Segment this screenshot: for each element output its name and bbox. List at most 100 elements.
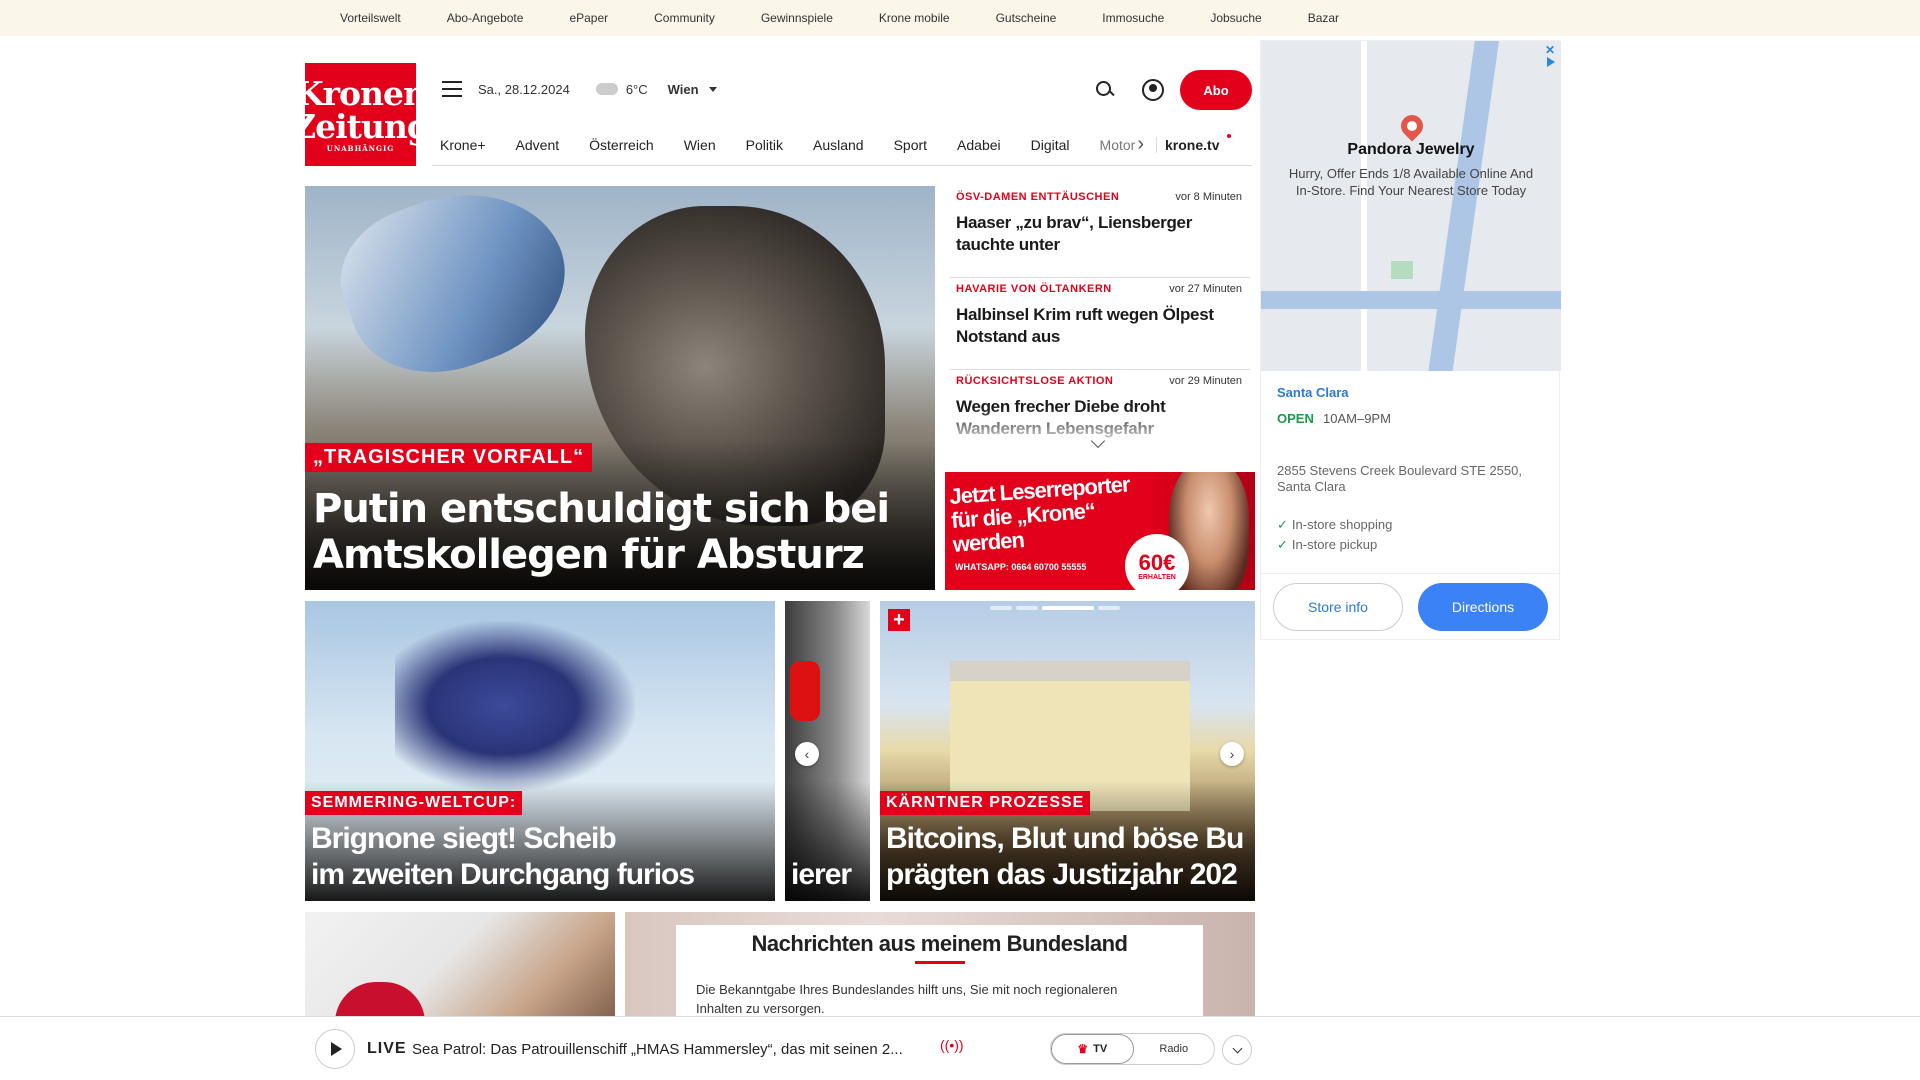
krone-logo[interactable]: Kronen Zeitung UNABHÄNGIG <box>292 63 430 166</box>
card-title-line: Bitcoins, Blut und böse Bu <box>886 822 1244 855</box>
ad-open-status: OPEN <box>1277 411 1314 426</box>
nav-item-politik[interactable]: Politik <box>746 137 783 153</box>
card-kicker: SEMMERING-WELTCUP: <box>305 791 523 815</box>
nav-item-ausland[interactable]: Ausland <box>813 137 864 153</box>
adchoices-icon[interactable] <box>1547 57 1555 67</box>
topbar-link-immosuche[interactable]: Immosuche <box>1102 11 1164 25</box>
topbar-link-community[interactable]: Community <box>654 11 715 25</box>
nav-item-oesterreich[interactable]: Österreich <box>589 137 654 153</box>
news-item[interactable]: HAVARIE VON ÖLTANKERN vor 27 Minuten Halb… <box>950 278 1250 370</box>
promo-whatsapp: WHATSAPP: 0664 60700 55555 <box>955 562 1087 572</box>
play-button[interactable] <box>315 1029 355 1069</box>
card-title[interactable]: ierer <box>791 821 852 893</box>
hero-title[interactable]: Putin entschuldigt sich bei Amtskollegen… <box>313 486 913 578</box>
news-time: vor 27 Minuten <box>1169 283 1242 295</box>
card-title[interactable]: Bitcoins, Blut und böse Bu prägten das J… <box>886 821 1244 893</box>
account-icon[interactable] <box>1142 79 1164 101</box>
news-title[interactable]: Halbinsel Krim ruft wegen Ölpest Notstan… <box>956 304 1242 348</box>
chevron-down-icon[interactable] <box>708 86 717 92</box>
carousel-prev-button[interactable]: ‹ <box>795 742 819 766</box>
card-title-line: prägten das Justizjahr 202 <box>886 858 1238 891</box>
nav-item-advent[interactable]: Advent <box>516 137 560 153</box>
carousel-next-button[interactable]: › <box>1220 742 1244 766</box>
header-bar: Sa., 28.12.2024 6°C Wien Abo <box>432 70 1252 110</box>
hero-kicker: „TRAGISCHER VORFALL“ <box>305 443 593 472</box>
hero-image-fuselage <box>322 186 588 399</box>
header-actions: Abo <box>1094 70 1252 110</box>
news-time: vor 29 Minuten <box>1169 375 1242 387</box>
skier-image <box>395 621 635 791</box>
ad-map[interactable]: Pandora Jewelry Hurry, Offer Ends 1/8 Av… <box>1261 41 1561 371</box>
expand-player-button[interactable] <box>1222 1035 1252 1065</box>
chevron-right-icon[interactable]: › <box>1137 133 1144 156</box>
ad-feature: ✓ In-store pickup <box>1277 537 1378 552</box>
promo-headline: Jetzt Leserreporter für die „Krone“ werd… <box>948 472 1131 557</box>
tv-radio-toggle: ♛ TV Radio <box>1050 1033 1215 1065</box>
card-title-line <box>791 821 851 857</box>
check-icon: ✓ <box>1277 537 1288 552</box>
nav-item-sport[interactable]: Sport <box>894 137 927 153</box>
topbar-link-abo-angebote[interactable]: Abo-Angebote <box>447 11 524 25</box>
bundesland-text: Die Bekanntgabe Ihres Bundeslandes hilft… <box>696 982 1118 1016</box>
topbar-link-epaper[interactable]: ePaper <box>569 11 608 25</box>
card-title[interactable]: Brignone siegt! Scheib im zweiten Durchg… <box>311 821 695 893</box>
news-kicker: RÜCKSICHTSLOSE AKTION <box>956 375 1114 387</box>
abo-button[interactable]: Abo <box>1180 70 1252 110</box>
card-kicker: KÄRNTNER PROZESSE <box>880 791 1091 815</box>
leserreporter-promo[interactable]: Jetzt Leserreporter für die „Krone“ werd… <box>945 472 1255 590</box>
nav-item-digital[interactable]: Digital <box>1031 137 1070 153</box>
nav-item-wien[interactable]: Wien <box>684 137 716 153</box>
topbar-link-jobsuche[interactable]: Jobsuche <box>1210 11 1261 25</box>
topbar-link-gutscheine[interactable]: Gutscheine <box>996 11 1057 25</box>
store-ad[interactable]: Pandora Jewelry Hurry, Offer Ends 1/8 Av… <box>1260 40 1561 640</box>
card-title-line: im zweiten Durchgang furios <box>311 858 695 891</box>
cloud-icon <box>595 83 618 95</box>
logo-line-2: Zeitung <box>292 107 430 146</box>
broadcast-icon: ((•)) <box>940 1037 964 1053</box>
close-icon[interactable]: ✕ <box>1545 43 1555 57</box>
news-kicker: HAVARIE VON ÖLTANKERN <box>956 283 1112 295</box>
hero-article[interactable]: „TRAGISCHER VORFALL“ Putin entschuldigt … <box>305 186 935 590</box>
topbar-link-gewinnspiele[interactable]: Gewinnspiele <box>761 11 833 25</box>
news-item[interactable]: ÖSV-DAMEN ENTTÄUSCHEN vor 8 Minuten Haase… <box>950 186 1250 278</box>
carousel-dots <box>990 606 1120 610</box>
bundesland-heading: Nachrichten aus meinem Bundesland <box>751 931 1128 956</box>
live-label: LIVE <box>367 1040 407 1057</box>
topbar-link-krone-mobile[interactable]: Krone mobile <box>879 11 950 25</box>
logo-line-1: Kronen <box>294 74 427 113</box>
directions-button[interactable]: Directions <box>1418 583 1548 631</box>
live-program-text[interactable]: Sea Patrol: Das Patrouillenschiff „HMAS … <box>412 1041 903 1058</box>
ad-location[interactable]: Santa Clara <box>1277 385 1349 400</box>
article-card-ski[interactable]: SEMMERING-WELTCUP: Brignone siegt! Schei… <box>305 601 775 901</box>
header-date: Sa., 28.12.2024 <box>478 81 570 97</box>
tv-toggle[interactable]: ♛ TV <box>1051 1034 1134 1064</box>
ad-hours: 10AM–9PM <box>1323 411 1391 426</box>
nav-item-motor[interactable]: Motor <box>1100 137 1136 153</box>
nav-item-adabei[interactable]: Adabei <box>957 137 1001 153</box>
nav-item-krone-plus[interactable]: Krone+ <box>440 137 486 153</box>
promo-badge: 60€ ERHALTEN <box>1125 534 1189 590</box>
top-service-bar: Vorteilswelt Abo-Angebote ePaper Communi… <box>0 0 1920 36</box>
nav-item-krone-tv[interactable]: krone.tv <box>1156 136 1219 153</box>
store-info-button[interactable]: Store info <box>1273 583 1403 631</box>
latest-news-list: ÖSV-DAMEN ENTTÄUSCHEN vor 8 Minuten Haase… <box>950 186 1250 448</box>
menu-icon[interactable] <box>442 81 462 97</box>
check-icon: ✓ <box>1277 517 1288 532</box>
city-selector[interactable]: Wien <box>668 82 699 97</box>
card-title-line: ierer <box>791 858 852 891</box>
promo-badge-label: ERHALTEN <box>1138 573 1176 581</box>
news-kicker: ÖSV-DAMEN ENTTÄUSCHEN <box>956 191 1120 203</box>
ad-store-name: Pandora Jewelry <box>1347 141 1475 158</box>
ad-feature: ✓ In-store shopping <box>1277 517 1393 532</box>
topbar-link-bazar[interactable]: Bazar <box>1308 11 1339 25</box>
ad-address: 2855 Stevens Creek Boulevard STE 2550, S… <box>1277 463 1522 494</box>
radio-toggle[interactable]: Radio <box>1134 1034 1215 1064</box>
category-nav: Krone+ Advent Österreich Wien Politik Au… <box>432 124 1252 166</box>
news-time: vor 8 Minuten <box>1175 191 1242 203</box>
article-card-justice[interactable]: + KÄRNTNER PROZESSE Bitcoins, Blut und b… <box>880 601 1255 901</box>
news-title[interactable]: Haaser „zu brav“, Liensberger tauchte un… <box>956 212 1242 256</box>
live-dot-icon <box>1227 133 1232 138</box>
ad-description: Hurry, Offer Ends 1/8 Available Online A… <box>1288 166 1534 198</box>
search-icon[interactable] <box>1094 79 1116 101</box>
topbar-link-vorteilswelt[interactable]: Vorteilswelt <box>340 11 401 25</box>
